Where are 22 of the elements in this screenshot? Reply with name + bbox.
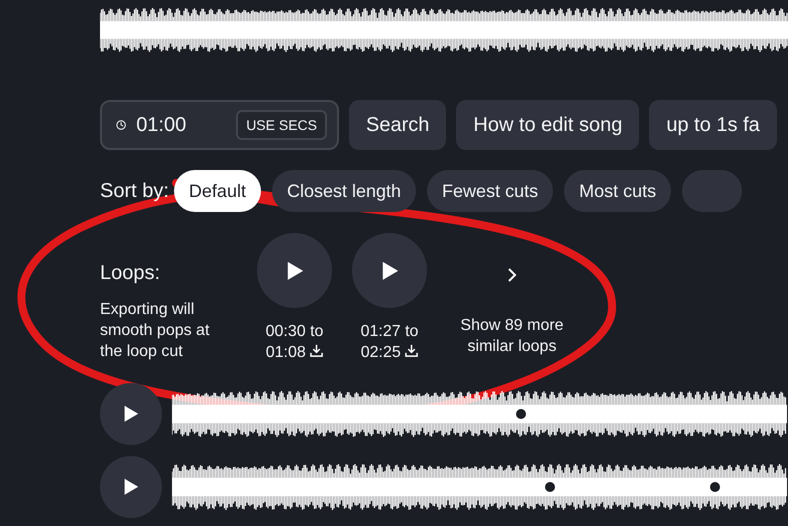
loop-range[interactable]: 01:27 to 02:25 — [350, 321, 430, 363]
play-icon — [123, 405, 139, 423]
sort-option[interactable]: Fewest cuts — [427, 170, 554, 212]
play-icon — [380, 260, 398, 280]
play-icon — [286, 260, 304, 280]
time-input[interactable]: 01:00 — [136, 114, 226, 136]
suggestion-chip[interactable]: How to edit song — [456, 100, 640, 150]
sort-label: Sort by: — [100, 180, 169, 202]
play-icon — [123, 478, 139, 496]
suggestion-chip[interactable]: up to 1s fa — [649, 100, 777, 150]
loop-range[interactable]: 00:30 to 01:08 — [254, 321, 334, 363]
download-icon[interactable] — [310, 344, 324, 357]
sort-option[interactable]: Default — [174, 170, 261, 212]
loops-title: Loops: — [100, 262, 162, 285]
time-field[interactable]: 01:00 USE SECS — [100, 100, 339, 150]
loops-note: Exporting will smooth pops at the loop cut — [100, 300, 210, 362]
use-secs-button[interactable]: USE SECS — [236, 110, 327, 140]
show-more-link[interactable]: Show 89 more similar loops — [447, 315, 577, 357]
sort-option[interactable]: Closest length — [272, 170, 416, 212]
download-icon[interactable] — [405, 344, 418, 357]
sort-option[interactable]: Most cuts — [564, 170, 672, 212]
search-button[interactable]: Search — [349, 100, 446, 150]
